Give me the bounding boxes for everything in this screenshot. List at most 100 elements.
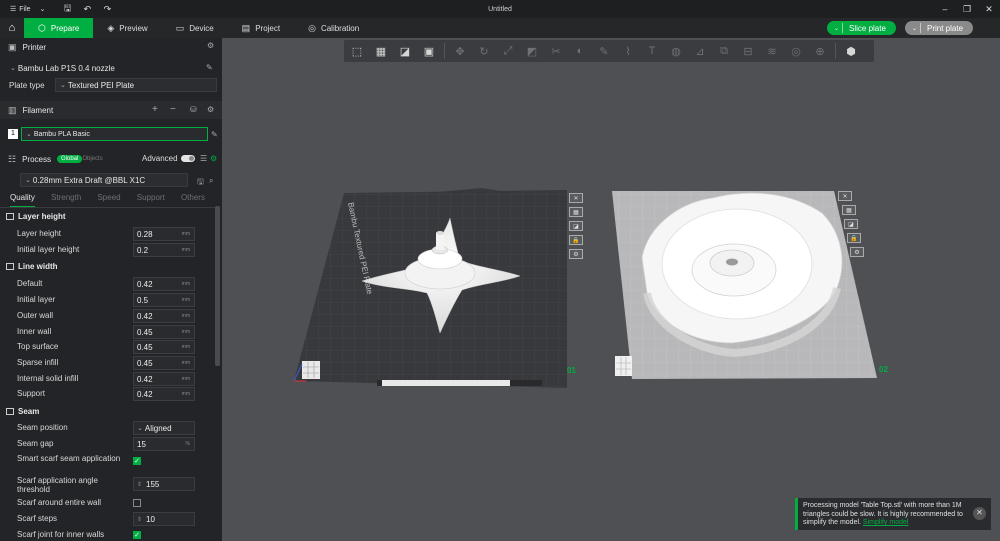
process-settings-icon[interactable]: ⚙: [210, 154, 217, 163]
param-smart-scarf: Smart scarf seam application ✓: [0, 452, 215, 472]
color-paint-icon[interactable]: ◍: [667, 43, 685, 59]
remove-filament-icon[interactable]: −: [170, 104, 176, 115]
initial-layer-height-input[interactable]: 0.2 mm: [133, 243, 195, 257]
rotate-icon[interactable]: ↻: [475, 43, 493, 59]
subtab-strength[interactable]: Strength: [51, 193, 81, 207]
tab-device-label: Device: [189, 23, 214, 33]
print-plate-button[interactable]: ⌄ Print plate: [905, 21, 974, 35]
search-icon[interactable]: ⌕: [209, 176, 213, 186]
chevron-down-icon[interactable]: ⌄: [831, 23, 843, 33]
smart-scarf-checkbox[interactable]: ✓: [133, 457, 141, 465]
lw-internal-solid-infill-input[interactable]: 0.42 mm: [133, 372, 195, 386]
tab-device[interactable]: ▭ Device: [162, 18, 228, 38]
move-icon[interactable]: ✥: [451, 43, 469, 59]
seam-paint-icon[interactable]: ⌇: [619, 43, 637, 59]
edit-printer-icon[interactable]: ✎: [206, 63, 213, 72]
edit-filament-icon[interactable]: ✎: [211, 130, 218, 139]
table-top-model[interactable]: [641, 192, 843, 358]
param-scarf-threshold: Scarf application angle threshold ⇕ 155: [0, 474, 215, 494]
split-icon[interactable]: ⊟: [739, 43, 757, 59]
lw-outer-wall-input[interactable]: 0.42 mm: [133, 309, 195, 323]
param-value: 155: [146, 479, 160, 489]
home-icon[interactable]: ⌂: [0, 18, 24, 38]
plate-2-orient-icon[interactable]: ◪: [844, 219, 858, 229]
advanced-toggle[interactable]: Advanced: [142, 154, 195, 163]
process-preset-select[interactable]: ⌄ 0.28mm Extra Draft @BBL X1C: [20, 173, 188, 187]
objects-toggle[interactable]: Objects: [82, 156, 102, 162]
tab-prepare[interactable]: ⬡ Prepare: [24, 18, 94, 38]
advanced-switch[interactable]: [180, 155, 195, 162]
plate-1-settings-icon[interactable]: ⚙: [569, 249, 583, 259]
hollow-icon[interactable]: ◎: [787, 43, 805, 59]
subtab-speed[interactable]: Speed: [97, 193, 120, 207]
slice-plate-button[interactable]: ⌄ Slice plate: [827, 21, 896, 35]
sidebar-scrollbar[interactable]: [215, 206, 220, 366]
plate-2-number: 02: [879, 365, 888, 374]
plate-2-arrange-icon[interactable]: ▦: [842, 205, 856, 215]
mesh-boolean-icon[interactable]: ◐: [571, 43, 589, 59]
layer-height-input[interactable]: 0.28 mm: [133, 227, 195, 241]
plate-type-select[interactable]: ⌄ Textured PEI Plate: [55, 78, 217, 92]
close-icon[interactable]: ✕: [978, 0, 1000, 18]
tab-preview[interactable]: ◈ Preview: [93, 18, 161, 38]
plate-1-lock-icon[interactable]: 🔒: [569, 235, 583, 245]
scarf-steps-spinner[interactable]: ⇕ 10: [133, 512, 195, 526]
tab-calibration[interactable]: ◎ Calibration: [294, 18, 373, 38]
lw-top-surface-input[interactable]: 0.45 mm: [133, 340, 195, 354]
global-toggle[interactable]: Global: [56, 155, 83, 163]
measure-icon[interactable]: ⊿: [691, 43, 709, 59]
text-icon[interactable]: T: [643, 43, 661, 59]
plate-1-close-icon[interactable]: ✕: [569, 193, 583, 203]
chevron-down-icon[interactable]: ⌄: [909, 23, 921, 33]
param-scarf-steps: Scarf steps ⇕ 10: [0, 512, 215, 527]
save-icon[interactable]: 🖫: [57, 0, 77, 18]
lw-inner-wall-input[interactable]: 0.45 mm: [133, 325, 195, 339]
seam-gap-input[interactable]: 15%: [133, 437, 195, 451]
maximize-icon[interactable]: ❐: [956, 0, 978, 18]
support-paint-icon[interactable]: ✎: [595, 43, 613, 59]
plate-2-settings-icon[interactable]: ⚙: [850, 247, 864, 257]
variable-layer-icon[interactable]: ≋: [763, 43, 781, 59]
scarf-threshold-spinner[interactable]: ⇕ 155: [133, 477, 195, 491]
lw-initial-layer-input[interactable]: 0.5 mm: [133, 293, 195, 307]
plate-2-close-icon[interactable]: ✕: [838, 191, 852, 201]
brim-ears-icon[interactable]: ⊕: [811, 43, 829, 59]
close-icon[interactable]: ✕: [973, 507, 986, 520]
lw-sparse-infill-input[interactable]: 0.45 mm: [133, 356, 195, 370]
save-preset-icon[interactable]: 🖫: [197, 176, 204, 190]
subtab-support[interactable]: Support: [137, 193, 165, 207]
orient-icon[interactable]: ◪: [396, 43, 414, 59]
undo-icon[interactable]: ↶: [77, 0, 97, 18]
lw-default-input[interactable]: 0.42 mm: [133, 277, 195, 291]
lay-on-face-icon[interactable]: ◩: [523, 43, 541, 59]
subtab-quality[interactable]: Quality: [10, 193, 35, 207]
scale-icon[interactable]: ⤢: [499, 43, 517, 59]
filament-select[interactable]: ⌄ Bambu PLA Basic: [21, 127, 208, 141]
lw-support-input[interactable]: 0.42 mm: [133, 387, 195, 401]
grid-arrange-icon[interactable]: ▦: [372, 43, 390, 59]
minimize-icon[interactable]: –: [934, 0, 956, 18]
add-cube-icon[interactable]: ⬚: [348, 43, 366, 59]
view-options-icon[interactable]: ⬢: [842, 43, 860, 59]
cut-icon[interactable]: ✂: [547, 43, 565, 59]
plate-layout-icon[interactable]: ▣: [420, 43, 438, 59]
filament-settings-icon[interactable]: ⚙: [207, 105, 214, 114]
assembly-icon[interactable]: ⧉: [715, 43, 733, 59]
sync-filament-icon[interactable]: ⛁: [190, 105, 197, 114]
settings-gear-icon[interactable]: ⚙: [207, 41, 214, 50]
compare-icon[interactable]: ☰: [200, 154, 207, 163]
simplify-model-link[interactable]: Simplify model: [863, 519, 909, 526]
subtab-others[interactable]: Others: [181, 193, 205, 207]
scarf-entire-wall-checkbox[interactable]: [133, 499, 141, 507]
tab-project[interactable]: ▤ Project: [228, 18, 294, 38]
add-filament-icon[interactable]: +: [152, 104, 158, 115]
redo-icon[interactable]: ↷: [97, 0, 117, 18]
printer-select[interactable]: ⌄ Bambu Lab P1S 0.4 nozzle: [6, 61, 202, 75]
seam-position-select[interactable]: ⌄ Aligned: [133, 421, 195, 435]
plate-1-arrange-icon[interactable]: ▦: [569, 207, 583, 217]
plate-2-lock-icon[interactable]: 🔒: [847, 233, 861, 243]
3d-viewport[interactable]: Bambu Textured PEI Plate 01 02 ⬚ ▦ ◪ ▣ ✥…: [222, 38, 1000, 541]
scarf-inner-walls-checkbox[interactable]: ✓: [133, 531, 141, 539]
file-menu[interactable]: ☰ File ⌄: [0, 5, 45, 14]
plate-1-orient-icon[interactable]: ◪: [569, 221, 583, 231]
